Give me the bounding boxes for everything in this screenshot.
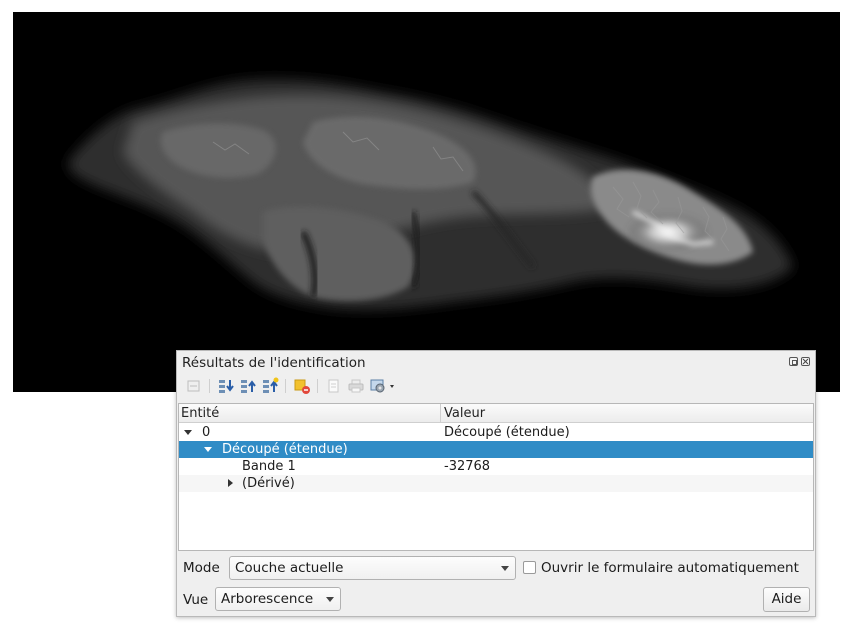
column-header-value[interactable]: Valeur	[444, 406, 485, 421]
auto-open-form-label[interactable]: Ouvrir le formulaire automatiquement	[541, 560, 799, 576]
toolbar-separator	[285, 379, 286, 393]
tree-header: Entité Valeur	[179, 404, 813, 423]
panel-titlebar[interactable]: Résultats de l'identification	[177, 351, 815, 373]
identify-settings-icon[interactable]	[369, 377, 399, 395]
mode-combobox-value: Couche actuelle	[235, 560, 344, 576]
help-button[interactable]: Aide	[763, 587, 810, 612]
tree-row-feature-0[interactable]: 0 Découpé (étendue)	[179, 424, 813, 441]
entity-cell: 0	[202, 425, 211, 440]
close-panel-button[interactable]	[801, 357, 810, 366]
mode-combobox[interactable]: Couche actuelle	[229, 556, 516, 580]
expand-new-results-icon[interactable]	[261, 377, 279, 395]
print-icon[interactable]	[347, 377, 365, 395]
tree-row-layer[interactable]: Découpé (étendue)	[179, 441, 813, 458]
view-combobox-value: Arborescence	[221, 591, 314, 607]
identify-results-panel: Résultats de l'identification Entité Val…	[176, 350, 816, 617]
map-canvas[interactable]	[13, 12, 840, 392]
value-cell: -32768	[444, 459, 491, 474]
entity-cell: Découpé (étendue)	[222, 442, 348, 457]
value-cell: Découpé (étendue)	[444, 425, 570, 440]
tree-row-derived[interactable]: (Dérivé)	[179, 475, 813, 492]
identify-toolbar	[179, 374, 813, 398]
chevron-down-icon	[501, 566, 509, 571]
auto-open-form-checkbox[interactable]	[523, 561, 536, 574]
float-panel-button[interactable]	[789, 357, 798, 366]
collapse-all-icon[interactable]	[217, 377, 235, 395]
column-header-entity[interactable]: Entité	[181, 406, 219, 421]
mode-label: Mode	[183, 560, 220, 576]
dem-raster	[68, 79, 793, 310]
view-label: Vue	[183, 592, 209, 608]
panel-title: Résultats de l'identification	[182, 355, 366, 371]
clear-results-icon[interactable]	[293, 377, 311, 395]
entity-cell: (Dérivé)	[242, 476, 295, 491]
entity-cell: Bande 1	[242, 459, 296, 474]
chevron-down-icon	[326, 597, 334, 602]
expand-tree-icon[interactable]	[185, 377, 203, 395]
view-combobox[interactable]: Arborescence	[215, 587, 341, 611]
tree-row-band[interactable]: Bande 1 -32768	[179, 458, 813, 475]
column-divider[interactable]	[440, 404, 441, 422]
results-tree[interactable]: Entité Valeur 0 Découpé (étendue) Découp…	[178, 403, 814, 551]
toolbar-separator	[209, 379, 210, 393]
expand-all-icon[interactable]	[239, 377, 257, 395]
copy-feature-icon[interactable]	[325, 377, 343, 395]
toolbar-separator	[317, 379, 318, 393]
collapsed-arrow-icon[interactable]	[228, 479, 233, 487]
expanded-arrow-icon[interactable]	[204, 447, 212, 452]
expanded-arrow-icon[interactable]	[184, 430, 192, 435]
